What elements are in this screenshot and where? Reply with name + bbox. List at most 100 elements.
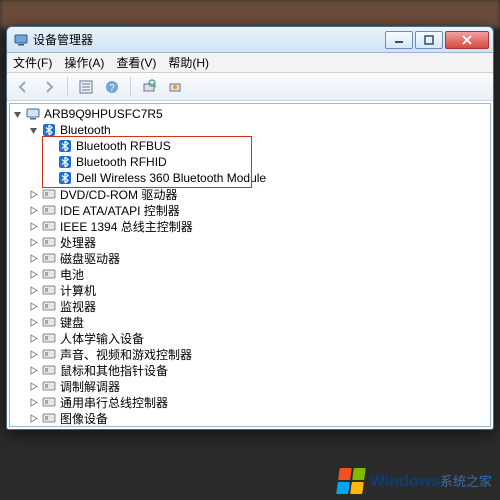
tree-category-13[interactable]: 通用串行总线控制器 (10, 394, 490, 410)
tree-category-15[interactable]: 网络适配器 (10, 426, 490, 427)
windows-logo-icon (336, 468, 366, 494)
device-category-icon (41, 186, 57, 202)
expander-icon[interactable] (28, 237, 39, 248)
device-category-icon (41, 314, 57, 330)
device-category-icon (41, 378, 57, 394)
device-category-icon (41, 426, 57, 427)
device-category-icon (41, 298, 57, 314)
expander-icon[interactable] (28, 365, 39, 376)
close-button[interactable] (445, 31, 489, 49)
tree-category-14[interactable]: 图像设备 (10, 410, 490, 426)
tree-item-label: 图像设备 (60, 410, 108, 427)
tree-item-label: Bluetooth (60, 123, 111, 137)
menu-view[interactable]: 查看(V) (116, 54, 156, 71)
tree-category-9[interactable]: 人体学输入设备 (10, 330, 490, 346)
device-tree[interactable]: ARB9Q9HPUSFC7R5 BluetoothBluetooth RFBUSB… (9, 103, 491, 427)
device-category-icon (41, 394, 57, 410)
device-category-icon (41, 250, 57, 266)
tree-item-label: 网络适配器 (60, 426, 120, 428)
tree-item-label: DVD/CD-ROM 驱动器 (60, 186, 177, 203)
tree-item-label: Dell Wireless 360 Bluetooth Module (76, 171, 266, 185)
tree-category-10[interactable]: 声音、视频和游戏控制器 (10, 346, 490, 362)
scan-hardware-button[interactable] (139, 77, 159, 97)
tree-device-bluetooth-0[interactable]: Bluetooth RFBUS (10, 138, 490, 154)
bluetooth-icon (57, 170, 73, 186)
watermark-sub: 系统之家 (440, 474, 492, 489)
tree-item-label: 键盘 (60, 314, 84, 331)
show-hidden-button[interactable] (165, 77, 185, 97)
tree-item-label: 处理器 (60, 234, 96, 251)
expander-icon[interactable] (28, 349, 39, 360)
expander-icon[interactable] (12, 109, 23, 120)
back-button[interactable] (13, 77, 33, 97)
tree-category-3[interactable]: 处理器 (10, 234, 490, 250)
watermark-brand: Windows (370, 473, 440, 490)
expander-icon[interactable] (28, 317, 39, 328)
titlebar[interactable]: 设备管理器 (7, 27, 493, 53)
tree-item-label: 通用串行总线控制器 (60, 394, 168, 411)
tree-device-bluetooth-1[interactable]: Bluetooth RFHID (10, 154, 490, 170)
forward-button[interactable] (39, 77, 59, 97)
tree-category-4[interactable]: 磁盘驱动器 (10, 250, 490, 266)
tree-item-label: 人体学输入设备 (60, 330, 144, 347)
device-category-icon (41, 218, 57, 234)
toolbar: ? (7, 73, 493, 101)
tree-item-label: 磁盘驱动器 (60, 250, 120, 267)
maximize-button[interactable] (415, 31, 443, 49)
tree-item-label: 监视器 (60, 298, 96, 315)
expander-icon[interactable] (28, 333, 39, 344)
menu-file[interactable]: 文件(F) (13, 54, 52, 71)
device-category-icon (41, 282, 57, 298)
watermark: Windows系统之家 (338, 468, 492, 494)
expander-icon[interactable] (28, 189, 39, 200)
properties-button[interactable] (76, 77, 96, 97)
expander-icon[interactable] (28, 381, 39, 392)
computer-icon (25, 106, 41, 122)
tree-category-8[interactable]: 键盘 (10, 314, 490, 330)
menubar: 文件(F) 操作(A) 查看(V) 帮助(H) (7, 53, 493, 73)
menu-help[interactable]: 帮助(H) (168, 54, 209, 71)
device-category-icon (41, 410, 57, 426)
tree-item-label: ARB9Q9HPUSFC7R5 (44, 107, 163, 121)
expander-icon[interactable] (28, 301, 39, 312)
menu-action[interactable]: 操作(A) (64, 54, 104, 71)
device-manager-window: 设备管理器 文件(F) 操作(A) 查看(V) 帮助(H) ? ARB9Q9HP… (6, 26, 494, 430)
tree-item-label: 声音、视频和游戏控制器 (60, 346, 192, 363)
expander-icon[interactable] (28, 253, 39, 264)
tree-category-12[interactable]: 调制解调器 (10, 378, 490, 394)
expander-icon[interactable] (28, 285, 39, 296)
expander-icon[interactable] (28, 221, 39, 232)
tree-item-label: IDE ATA/ATAPI 控制器 (60, 202, 180, 219)
tree-category-6[interactable]: 计算机 (10, 282, 490, 298)
expander-icon[interactable] (28, 397, 39, 408)
bluetooth-icon (57, 138, 73, 154)
svg-text:?: ? (109, 83, 115, 94)
tree-category-11[interactable]: 鼠标和其他指针设备 (10, 362, 490, 378)
device-category-icon (41, 202, 57, 218)
window-title: 设备管理器 (33, 31, 383, 48)
tree-category-5[interactable]: 电池 (10, 266, 490, 282)
tree-item-label: 计算机 (60, 282, 96, 299)
expander-icon[interactable] (28, 205, 39, 216)
help-button[interactable]: ? (102, 77, 122, 97)
tree-category-1[interactable]: IDE ATA/ATAPI 控制器 (10, 202, 490, 218)
device-category-icon (41, 234, 57, 250)
tree-category-0[interactable]: DVD/CD-ROM 驱动器 (10, 186, 490, 202)
device-category-icon (41, 362, 57, 378)
bluetooth-icon (57, 154, 73, 170)
device-category-icon (41, 266, 57, 282)
expander-icon[interactable] (28, 269, 39, 280)
tree-device-bluetooth-2[interactable]: Dell Wireless 360 Bluetooth Module (10, 170, 490, 186)
expander-icon[interactable] (28, 413, 39, 424)
tree-category-2[interactable]: IEEE 1394 总线主控制器 (10, 218, 490, 234)
tree-root-node[interactable]: ARB9Q9HPUSFC7R5 (10, 106, 490, 122)
bluetooth-icon (41, 122, 57, 138)
minimize-button[interactable] (385, 31, 413, 49)
app-icon (13, 32, 29, 48)
tree-category-bluetooth[interactable]: Bluetooth (10, 122, 490, 138)
tree-item-label: 电池 (60, 266, 84, 283)
expander-icon[interactable] (28, 125, 39, 136)
tree-category-7[interactable]: 监视器 (10, 298, 490, 314)
tree-item-label: 鼠标和其他指针设备 (60, 362, 168, 379)
device-category-icon (41, 330, 57, 346)
